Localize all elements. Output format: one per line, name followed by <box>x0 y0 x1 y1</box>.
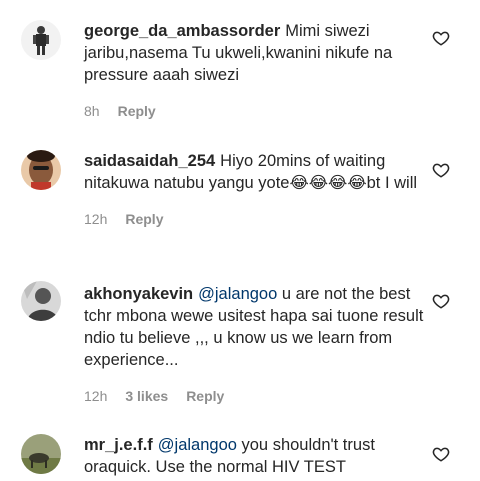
comment-time: 8h <box>84 103 100 119</box>
heart-outline-icon[interactable] <box>432 292 450 310</box>
comment-username[interactable]: george_da_ambassorder <box>84 22 280 40</box>
comment-list: george_da_ambassorder Mimi siwezi jaribu,… <box>0 0 480 481</box>
avatar[interactable] <box>21 20 61 60</box>
reply-button[interactable]: Reply <box>118 103 156 119</box>
likes-count-button[interactable]: 3 likes <box>125 388 168 404</box>
comment-text: akhonyakevin @jalangoo u are not the best… <box>84 283 424 371</box>
comment-meta: 8h Reply <box>84 102 424 120</box>
reply-button[interactable]: Reply <box>186 388 224 404</box>
avatar[interactable] <box>21 150 61 190</box>
comment-text: mr_j.e.f.f @jalangoo you shouldn't trust … <box>84 434 424 478</box>
comment-meta: 12h 3 likes Reply <box>84 387 424 405</box>
comment-username[interactable]: mr_j.e.f.f <box>84 436 153 454</box>
heart-outline-icon[interactable] <box>432 161 450 179</box>
heart-outline-icon[interactable] <box>432 445 450 463</box>
comment-text: george_da_ambassorder Mimi siwezi jaribu,… <box>84 20 424 86</box>
comment-time: 12h <box>84 211 108 227</box>
comment-username[interactable]: akhonyakevin <box>84 285 193 303</box>
avatar[interactable] <box>21 281 61 321</box>
comment-text: saidasaidah_254 Hiyo 20mins of waiting ni… <box>84 150 424 194</box>
mention-link[interactable]: @jalangoo <box>198 285 277 303</box>
avatar[interactable] <box>21 434 61 474</box>
comment-meta: 12h Reply <box>84 210 424 228</box>
mention-link[interactable]: @jalangoo <box>158 436 237 454</box>
comment-time: 12h <box>84 388 108 404</box>
reply-button[interactable]: Reply <box>125 211 163 227</box>
comment-username[interactable]: saidasaidah_254 <box>84 152 215 170</box>
heart-outline-icon[interactable] <box>432 29 450 47</box>
